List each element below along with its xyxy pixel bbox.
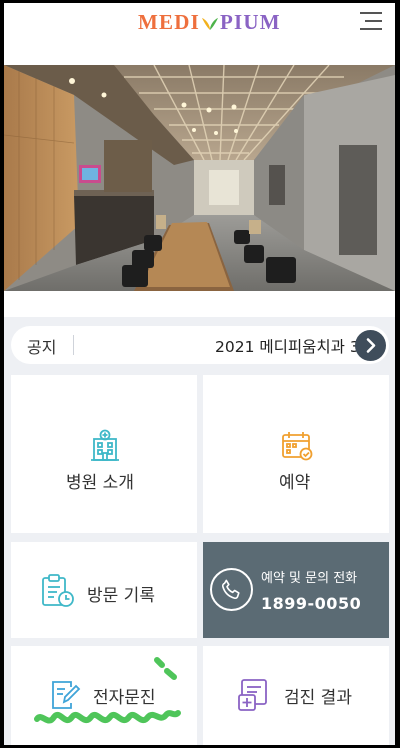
notice-bar[interactable]: 공지 2021 메디피움치과 3월 [11, 326, 389, 364]
notice-label: 공지 [27, 338, 57, 357]
visit-history-label: 방문 기록 [87, 586, 155, 606]
hospital-intro-label: 병원 소개 [66, 473, 134, 493]
hospital-building-icon [91, 429, 119, 461]
phone-number[interactable]: 1899-0050 [261, 594, 361, 613]
phone-inquiry-caption: 예약 및 문의 전화 [261, 571, 358, 586]
logo-text-pium: PIUM [219, 10, 281, 34]
chevron-right-icon[interactable] [355, 330, 386, 361]
hospital-lobby-photo [4, 65, 395, 291]
notice-ticker-text[interactable]: 2021 메디피움치과 3월 [215, 335, 374, 357]
visit-history-tile[interactable]: 방문 기록 [11, 542, 197, 638]
medical-report-icon [238, 679, 267, 711]
pen-document-icon [52, 681, 81, 709]
logo-text-medi: MEDI [138, 10, 200, 34]
e-questionnaire-tile[interactable]: 전자문진 [11, 646, 197, 745]
hero-bottom-spacer [4, 291, 395, 317]
notice-divider [73, 335, 74, 355]
phone-inquiry-tile[interactable]: 예약 및 문의 전화 1899-0050 [203, 542, 389, 638]
logo-leaf-icon [201, 18, 218, 30]
e-questionnaire-label: 전자문진 [93, 688, 156, 708]
hospital-intro-tile[interactable]: 병원 소개 [11, 375, 197, 533]
hamburger-menu-icon[interactable] [356, 9, 382, 33]
calendar-check-icon [282, 432, 313, 461]
header-bar: MEDI PIUM [4, 3, 395, 65]
brand-logo[interactable]: MEDI PIUM [138, 10, 281, 35]
checkup-result-tile[interactable]: 검진 결과 [203, 646, 389, 745]
checkup-result-label: 검진 결과 [284, 688, 352, 708]
reservation-label: 예약 [279, 473, 311, 493]
reservation-tile[interactable]: 예약 [203, 375, 389, 533]
clipboard-clock-icon [42, 574, 74, 607]
phone-icon [210, 568, 253, 611]
app-screen: MEDI PIUM 공지 2021 메디피움치과 3월 병원 소개 예약 방문 … [4, 3, 395, 745]
